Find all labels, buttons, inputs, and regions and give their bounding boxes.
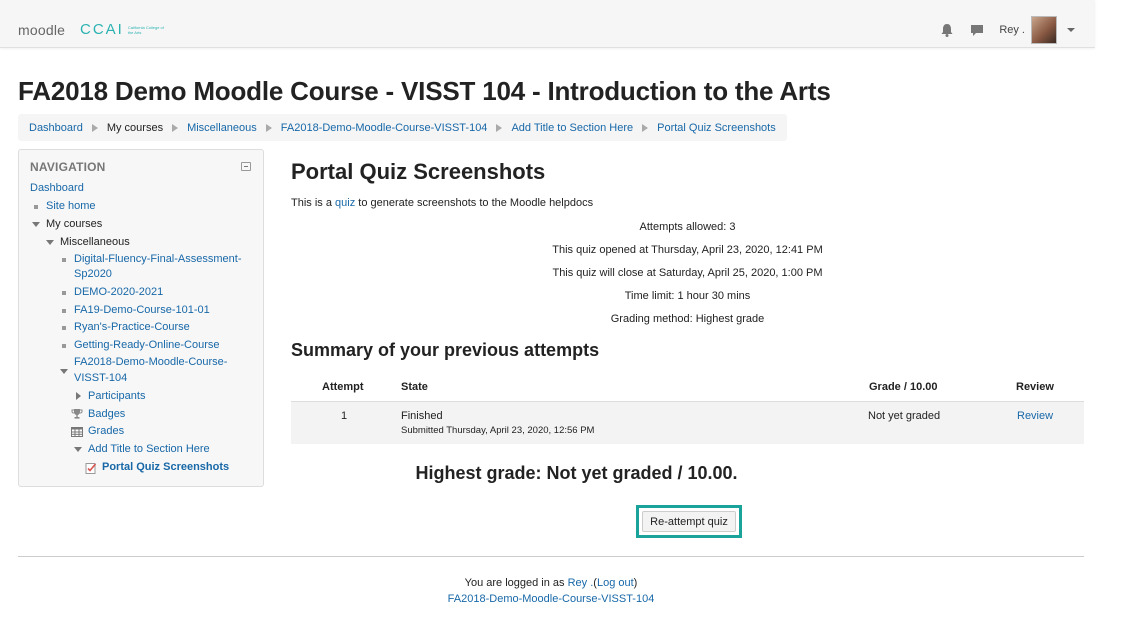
attempts-allowed: Attempts allowed: 3 bbox=[639, 221, 736, 233]
nav-course-demo-2020[interactable]: DEMO-2020-2021 bbox=[74, 284, 163, 302]
login-info-prefix: You are logged in as bbox=[464, 577, 565, 589]
breadcrumb-dashboard[interactable]: Dashboard bbox=[29, 122, 83, 134]
quiz-open-date: This quiz opened at Thursday, April 23, … bbox=[552, 244, 823, 256]
quiz-intro-link[interactable]: quiz bbox=[335, 197, 355, 209]
nav-site-home[interactable]: Site home bbox=[46, 198, 96, 216]
bullet-icon bbox=[62, 309, 66, 313]
quiz-title: Portal Quiz Screenshots bbox=[291, 159, 546, 184]
page-title: FA2018 Demo Moodle Course - VISST 104 - … bbox=[18, 76, 831, 106]
breadcrumb-separator-icon bbox=[172, 123, 179, 132]
nav-course-ryans-practice[interactable]: Ryan's-Practice-Course bbox=[74, 319, 190, 337]
footer-course-row: FA2018-Demo-Moodle-Course-VISST-104 bbox=[18, 593, 1084, 605]
user-menu-area: Rey . bbox=[939, 16, 1075, 44]
expanded-arrow-icon[interactable] bbox=[46, 240, 54, 245]
attempt-number: 1 bbox=[341, 410, 348, 422]
nav-miscellaneous[interactable]: Miscellaneous bbox=[60, 234, 130, 252]
expanded-arrow-icon[interactable] bbox=[32, 222, 40, 227]
breadcrumb-my-courses: My courses bbox=[106, 121, 164, 134]
grades-table-icon bbox=[71, 426, 83, 438]
school-logo-mark: CCAI bbox=[80, 21, 124, 38]
login-info: You are logged in as Rey .(Log out) bbox=[18, 577, 1084, 589]
logout-close-paren: ) bbox=[633, 577, 638, 589]
school-logo[interactable]: CCAI California College of the Arts bbox=[80, 21, 168, 38]
reattempt-quiz-button[interactable]: Re-attempt quiz bbox=[642, 511, 736, 532]
review-link[interactable]: Review bbox=[1017, 410, 1053, 422]
logout-link[interactable]: Log out bbox=[597, 577, 634, 589]
bullet-icon bbox=[34, 205, 38, 209]
nav-portal-quiz-screenshots[interactable]: Portal Quiz Screenshots bbox=[102, 459, 229, 477]
quiz-intro: This is a quiz to generate screenshots t… bbox=[291, 197, 593, 209]
column-header-attempt: Attempt bbox=[322, 381, 364, 393]
breadcrumb-miscellaneous[interactable]: Miscellaneous bbox=[187, 122, 257, 134]
user-name[interactable]: Rey . bbox=[999, 24, 1025, 36]
breadcrumb-course[interactable]: FA2018-Demo-Moodle-Course-VISST-104 bbox=[281, 122, 488, 134]
nav-my-courses[interactable]: My courses bbox=[46, 216, 102, 234]
quiz-intro-before: This is a bbox=[291, 197, 332, 209]
trophy-icon bbox=[71, 408, 83, 420]
footer-divider bbox=[18, 556, 1084, 557]
breadcrumb-quiz[interactable]: Portal Quiz Screenshots bbox=[657, 122, 776, 134]
column-header-state: State bbox=[401, 381, 428, 393]
notifications-bell-icon[interactable] bbox=[939, 22, 955, 38]
messages-chat-icon[interactable] bbox=[969, 22, 985, 38]
navigation-block: NAVIGATION Dashboard Site home My course… bbox=[18, 149, 264, 487]
grading-method: Grading method: Highest grade bbox=[610, 313, 765, 325]
nav-course-fa2018[interactable]: FA2018-Demo-Moodle-Course- bbox=[74, 354, 227, 372]
avatar[interactable] bbox=[1031, 16, 1057, 44]
breadcrumb: Dashboard My courses Miscellaneous FA201… bbox=[18, 114, 787, 141]
nav-grades[interactable]: Grades bbox=[88, 423, 124, 441]
breadcrumb-separator-icon bbox=[265, 123, 272, 132]
reattempt-highlight: Re-attempt quiz bbox=[636, 505, 742, 538]
nav-dashboard[interactable]: Dashboard bbox=[30, 180, 84, 198]
moodle-logo[interactable]: moodle bbox=[18, 22, 65, 38]
nav-course-digital-fluency-line2[interactable]: Sp2020 bbox=[74, 266, 112, 284]
breadcrumb-separator-icon bbox=[91, 123, 98, 132]
table-row: 1 Finished Submitted Thursday, April 23,… bbox=[291, 402, 1084, 444]
highest-grade: Highest grade: Not yet graded / 10.00. bbox=[415, 463, 738, 483]
attempt-state: Finished bbox=[401, 410, 443, 422]
attempt-grade: Not yet graded bbox=[868, 410, 941, 422]
footer-course-link[interactable]: FA2018-Demo-Moodle-Course-VISST-104 bbox=[448, 593, 655, 605]
collapsed-arrow-icon[interactable] bbox=[76, 392, 81, 400]
attempt-submitted: Submitted Thursday, April 23, 2020, 12:5… bbox=[401, 425, 595, 436]
quiz-icon bbox=[85, 462, 97, 474]
navigation-heading: NAVIGATION bbox=[30, 160, 106, 174]
nav-course-fa19[interactable]: FA19-Demo-Course-101-01 bbox=[74, 302, 210, 320]
nav-participants[interactable]: Participants bbox=[88, 388, 145, 406]
breadcrumb-separator-icon bbox=[642, 123, 649, 132]
breadcrumb-separator-icon bbox=[496, 123, 503, 132]
bullet-icon bbox=[62, 291, 66, 295]
footer-user-link[interactable]: Rey . bbox=[568, 577, 594, 589]
column-header-review: Review bbox=[1016, 381, 1054, 393]
nav-section[interactable]: Add Title to Section Here bbox=[88, 441, 210, 459]
expanded-arrow-icon[interactable] bbox=[60, 369, 68, 374]
school-logo-name: California College of the Arts bbox=[127, 24, 164, 35]
time-limit: Time limit: 1 hour 30 mins bbox=[624, 290, 751, 302]
quiz-close-date: This quiz will close at Saturday, April … bbox=[552, 267, 823, 279]
nav-badges[interactable]: Badges bbox=[88, 406, 125, 424]
nav-course-getting-ready[interactable]: Getting-Ready-Online-Course bbox=[74, 337, 220, 355]
bullet-icon bbox=[62, 326, 66, 330]
bullet-icon bbox=[62, 258, 66, 262]
quiz-intro-after: to generate screenshots to the Moodle he… bbox=[358, 197, 594, 209]
collapse-block-icon[interactable] bbox=[241, 162, 251, 171]
expanded-arrow-icon[interactable] bbox=[74, 447, 82, 452]
nav-course-fa2018-line2[interactable]: VISST-104 bbox=[74, 370, 127, 388]
summary-heading: Summary of your previous attempts bbox=[291, 340, 600, 360]
breadcrumb-section[interactable]: Add Title to Section Here bbox=[511, 122, 633, 134]
column-header-grade: Grade / 10.00 bbox=[869, 381, 938, 393]
bullet-icon bbox=[62, 344, 66, 348]
chevron-down-icon[interactable] bbox=[1067, 28, 1075, 32]
top-navbar: moodle CCAI California College of the Ar… bbox=[0, 0, 1095, 48]
